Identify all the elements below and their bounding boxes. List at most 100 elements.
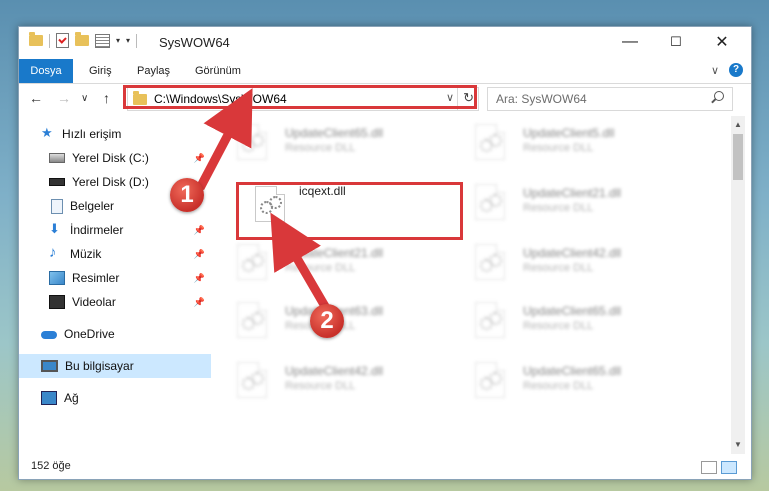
dll-file-icon xyxy=(475,244,505,280)
search-input[interactable]: Ara: SysWOW64 xyxy=(496,92,587,106)
expand-ribbon-button[interactable]: ∨ xyxy=(711,64,719,77)
document-icon xyxy=(51,198,63,214)
star-icon xyxy=(41,125,55,141)
recent-locations-button[interactable]: ∨ xyxy=(81,93,88,104)
network-icon xyxy=(41,391,57,405)
sidebar-item-label: Videolar xyxy=(72,295,116,309)
sidebar-item-label: Ağ xyxy=(64,391,79,405)
pictures-icon xyxy=(49,271,65,285)
title-bar: ▾ ▾ SysWOW64 — ☐ ✕ xyxy=(19,27,751,59)
toolbar-menu-icon[interactable]: ▾ xyxy=(126,36,130,45)
cloud-icon xyxy=(41,331,57,339)
toolbar-divider xyxy=(136,33,138,48)
file-item[interactable]: UpdateClient21.dll Resource DLL xyxy=(219,240,419,284)
file-item[interactable]: UpdateClient65.dll Resource DLL xyxy=(457,358,657,402)
file-item[interactable]: UpdateClient65.dll Resource DLL xyxy=(219,120,419,164)
step-marker-2: 2 xyxy=(310,304,344,338)
tab-view[interactable]: Görünüm xyxy=(195,59,241,83)
dll-file-icon xyxy=(475,302,505,338)
disk-icon xyxy=(49,178,65,186)
ribbon-right: ∨ ? xyxy=(711,63,743,77)
search-box[interactable]: Ara: SysWOW64 xyxy=(487,87,733,111)
sidebar-item-label: Bu bilgisayar xyxy=(65,359,134,373)
scrollbar-thumb[interactable] xyxy=(733,134,743,180)
properties-icon[interactable] xyxy=(95,33,110,48)
vertical-scrollbar[interactable]: ▲ ▼ xyxy=(731,116,745,454)
tab-file[interactable]: Dosya xyxy=(19,59,73,83)
sidebar-item-label: Müzik xyxy=(70,247,102,261)
properties-check-icon[interactable] xyxy=(56,33,69,48)
file-type: Resource DLL xyxy=(523,142,594,154)
details-view-icon[interactable] xyxy=(701,461,717,474)
close-button[interactable]: ✕ xyxy=(699,27,745,57)
music-icon xyxy=(49,244,63,261)
file-item[interactable]: UpdateClient42.dll Resource DLL xyxy=(219,358,419,402)
maximize-button[interactable]: ☐ xyxy=(653,27,699,57)
pin-icon: 📌 xyxy=(193,152,205,163)
sidebar-item-label: Belgeler xyxy=(70,199,115,213)
new-folder-icon[interactable] xyxy=(75,32,89,46)
file-type: Resource DLL xyxy=(523,380,594,392)
search-icon[interactable] xyxy=(714,91,724,101)
scroll-up-icon[interactable]: ▲ xyxy=(734,120,742,129)
file-type: Resource DLL xyxy=(523,202,594,214)
file-type: Resource DLL xyxy=(285,262,356,274)
dll-file-icon xyxy=(237,244,267,280)
tab-home[interactable]: Giriş xyxy=(89,59,112,83)
up-button[interactable]: ↑ xyxy=(103,90,110,106)
file-type: Resource DLL xyxy=(523,262,594,274)
large-icons-view-icon[interactable] xyxy=(721,461,737,474)
sidebar-item-network[interactable]: Ağ xyxy=(19,386,211,410)
sidebar-item-label: Yerel Disk (C:) xyxy=(72,151,149,165)
file-name: UpdateClient21.dll xyxy=(285,246,384,260)
disk-icon xyxy=(49,153,65,163)
sidebar-item-label: Hızlı erişim xyxy=(62,127,122,141)
tab-share[interactable]: Paylaş xyxy=(137,59,170,83)
file-list: UpdateClient65.dll Resource DLL icqext.d… xyxy=(219,116,731,454)
pin-icon: 📌 xyxy=(193,272,205,283)
pin-icon: 📌 xyxy=(193,224,205,235)
sidebar-item-pictures[interactable]: Resimler 📌 xyxy=(19,266,211,290)
explorer-window: ▾ ▾ SysWOW64 — ☐ ✕ Dosya Giriş Paylaş Gö… xyxy=(18,26,752,480)
file-name: UpdateClient5.dll xyxy=(523,126,615,140)
file-item[interactable]: UpdateClient5.dll Resource DLL xyxy=(457,120,657,164)
dll-file-icon xyxy=(475,124,505,160)
folder-icon xyxy=(29,32,43,46)
dll-file-icon xyxy=(475,362,505,398)
step-marker-1: 1 xyxy=(170,178,204,212)
file-type: Resource DLL xyxy=(523,320,594,332)
item-count: 152 öğe xyxy=(31,460,71,472)
status-bar: 152 öğe xyxy=(19,455,751,479)
forward-button[interactable]: → xyxy=(57,90,71,106)
scroll-down-icon[interactable]: ▼ xyxy=(734,440,742,449)
file-type: Resource DLL xyxy=(285,142,356,154)
ribbon-tabs: Dosya Giriş Paylaş Görünüm ∨ ? xyxy=(19,59,751,84)
file-name: UpdateClient42.dll xyxy=(523,246,622,260)
sidebar-item-downloads[interactable]: İndirmeler 📌 xyxy=(19,218,211,242)
sidebar-item-label: Yerel Disk (D:) xyxy=(72,175,149,189)
navigation-pane: Hızlı erişim Yerel Disk (C:) 📌 Yerel Dis… xyxy=(19,122,211,452)
file-name: UpdateClient65.dll xyxy=(523,304,622,318)
sidebar-item-label: Resimler xyxy=(72,271,120,285)
sidebar-item-disk-c[interactable]: Yerel Disk (C:) 📌 xyxy=(19,146,211,170)
address-highlight xyxy=(123,85,477,109)
back-button[interactable]: ← xyxy=(29,90,43,106)
file-name: UpdateClient65.dll xyxy=(523,364,622,378)
help-icon[interactable]: ? xyxy=(729,63,743,77)
dll-file-icon xyxy=(237,124,267,160)
file-item[interactable]: UpdateClient42.dll Resource DLL xyxy=(457,240,657,284)
file-name: UpdateClient42.dll xyxy=(285,364,384,378)
videos-icon xyxy=(49,295,65,309)
file-item[interactable]: UpdateClient65.dll Resource DLL xyxy=(457,298,657,342)
file-highlight xyxy=(236,182,463,240)
file-item[interactable]: UpdateClient21.dll Resource DLL xyxy=(457,180,657,224)
minimize-button[interactable]: — xyxy=(607,27,653,57)
sidebar-item-videos[interactable]: Videolar 📌 xyxy=(19,290,211,314)
customize-toolbar-caret-icon[interactable]: ▾ xyxy=(116,36,120,45)
dll-file-icon xyxy=(237,362,267,398)
computer-icon xyxy=(41,360,58,372)
sidebar-item-onedrive[interactable]: OneDrive xyxy=(19,322,211,346)
sidebar-item-music[interactable]: Müzik 📌 xyxy=(19,242,211,266)
sidebar-item-this-pc[interactable]: Bu bilgisayar xyxy=(19,354,211,378)
sidebar-item-quick-access[interactable]: Hızlı erişim xyxy=(19,122,211,146)
